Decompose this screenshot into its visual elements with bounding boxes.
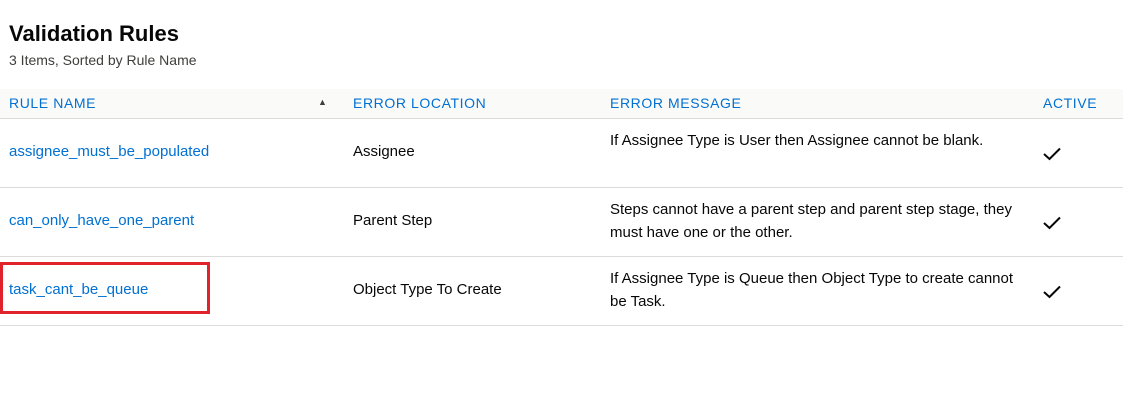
table-row: can_only_have_one_parent Parent Step Ste… [0, 188, 1123, 257]
error-message-cell: If Assignee Type is Queue then Object Ty… [610, 270, 1014, 310]
checkmark-icon [1043, 147, 1061, 161]
table-row: assignee_must_be_populated Assignee If A… [0, 119, 1123, 188]
checkmark-icon [1043, 285, 1061, 299]
rule-name-link[interactable]: assignee_must_be_populated [9, 143, 209, 160]
error-location-cell: Object Type To Create [353, 281, 502, 298]
column-header-rule-name[interactable]: RULE NAME [9, 89, 96, 118]
validation-rules-table: RULE NAME ▲ ERROR LOCATION ERROR MESSAGE… [0, 89, 1123, 326]
page-title: Validation Rules [9, 21, 179, 46]
table-header-row: RULE NAME ▲ ERROR LOCATION ERROR MESSAGE… [0, 89, 1123, 119]
error-message-cell: Steps cannot have a parent step and pare… [610, 201, 1012, 241]
validation-rules-page: Validation Rules 3 Items, Sorted by Rule… [0, 0, 1123, 420]
checkmark-icon [1043, 216, 1061, 230]
column-header-label: ERROR LOCATION [353, 95, 487, 111]
column-header-label: RULE NAME [9, 95, 97, 111]
error-location-cell: Assignee [353, 143, 415, 160]
list-subtitle: 3 Items, Sorted by Rule Name [9, 52, 197, 68]
list-header: Validation Rules 3 Items, Sorted by Rule… [9, 20, 197, 68]
column-header-error-message[interactable]: ERROR MESSAGE [610, 89, 742, 118]
highlight-annotation-box [0, 262, 210, 314]
column-header-label: ACTIVE [1043, 95, 1098, 111]
error-location-cell: Parent Step [353, 212, 433, 229]
column-header-error-location[interactable]: ERROR LOCATION [353, 89, 486, 118]
column-header-active[interactable]: ACTIVE [1043, 89, 1097, 118]
sort-ascending-icon[interactable]: ▲ [318, 89, 327, 118]
error-message-cell: If Assignee Type is User then Assignee c… [610, 132, 984, 149]
column-header-label: ERROR MESSAGE [610, 95, 742, 111]
rule-name-link[interactable]: can_only_have_one_parent [9, 212, 194, 229]
